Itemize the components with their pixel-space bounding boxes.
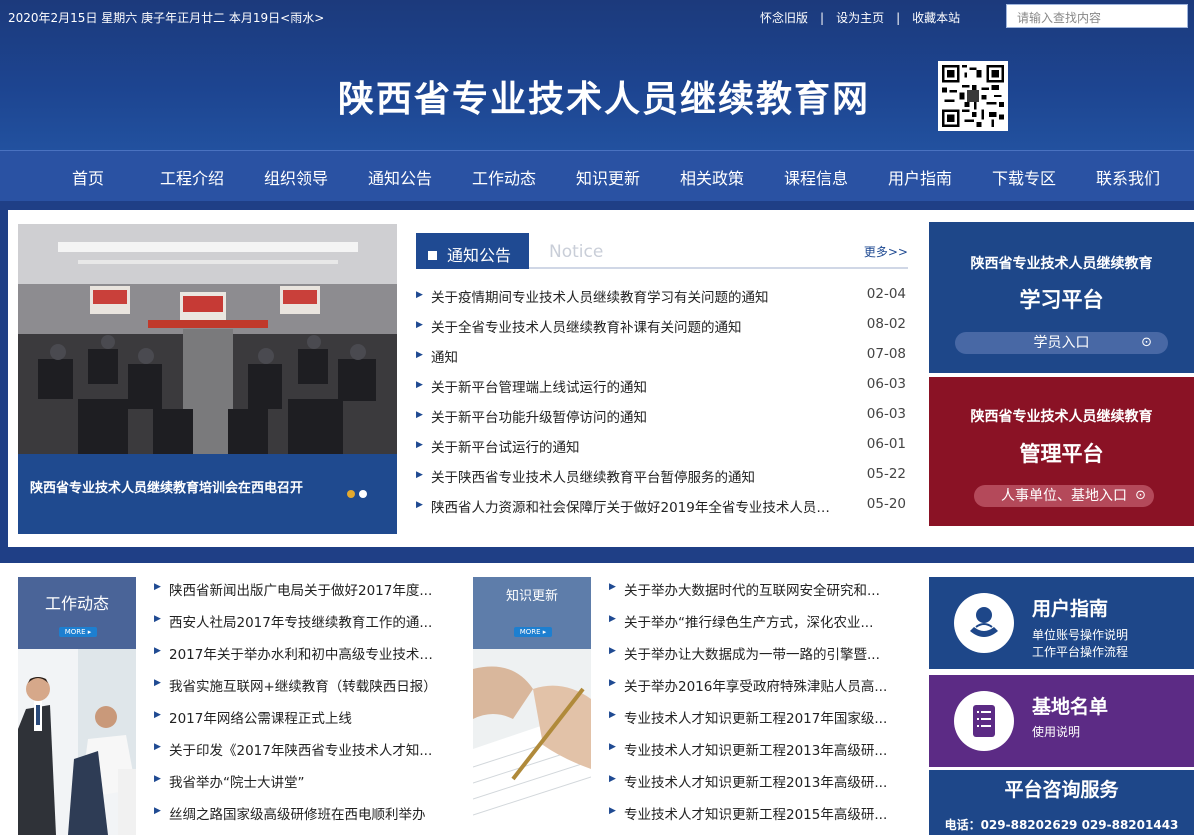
bullet-icon: ▶ — [154, 806, 161, 816]
bullet-icon: ▶ — [154, 678, 161, 688]
business-people-image — [18, 649, 136, 835]
notice-item[interactable]: ▶ 关于陕西省专业技术人员继续教育平台暂停服务的通知 05-22 — [416, 466, 908, 496]
date-text: 2020年2月15日 星期六 庚子年正月廿二 本月19日<雨水> — [8, 11, 325, 25]
bullet-icon: ▶ — [609, 582, 616, 592]
bullet-icon: ▶ — [416, 500, 423, 510]
work-news-label: 工作动态 — [44, 594, 109, 613]
nav-leadership[interactable]: 组织领导 — [264, 165, 328, 189]
bullet-icon: ▶ — [609, 614, 616, 624]
base-list-card[interactable]: 基地名单 使用说明 — [929, 675, 1194, 767]
management-platform-title: 管理平台 — [1019, 442, 1104, 466]
bullet-icon: ▶ — [416, 320, 423, 330]
bullet-icon: ▶ — [609, 710, 616, 720]
bullet-icon: ▶ — [154, 774, 161, 784]
notice-item[interactable]: ▶ 关于新平台管理端上线试运行的通知 06-03 — [416, 376, 908, 406]
bullet-icon: ▶ — [416, 440, 423, 450]
notice-item[interactable]: ▶ 关于疫情期间专业技术人员继续教育学习有关问题的通知 02-04 — [416, 286, 908, 316]
slider-dots — [347, 483, 371, 502]
workflow-guide-link[interactable]: 工作平台操作流程 — [1032, 643, 1128, 660]
bookmark-link[interactable]: 收藏本站 — [912, 11, 960, 25]
bullet-icon: ▶ — [416, 290, 423, 300]
bullet-icon: ▶ — [609, 678, 616, 688]
search-input[interactable]: 请输入查找内容 — [1006, 4, 1188, 28]
notice-section: 通知公告 Notice 更多>> ▶ 关于疫情期间专业技术人员继续教育学习有关问题… — [416, 233, 908, 533]
user-guide-icon — [954, 593, 1014, 653]
base-list-title: 基地名单 — [1032, 696, 1109, 718]
list-document-icon — [954, 691, 1014, 751]
knowledge-label: 知识更新 — [505, 589, 558, 604]
notice-item[interactable]: ▶ 关于新平台功能升级暂停访问的通知 06-03 — [416, 406, 908, 436]
nav-project-intro[interactable]: 工程介绍 — [160, 165, 224, 189]
bullet-icon: ▶ — [416, 350, 423, 360]
site-header: 2020年2月15日 星期六 庚子年正月廿二 本月19日<雨水> 怀念旧版 | 设为… — [0, 0, 1194, 150]
unit-account-guide-link[interactable]: 单位账号操作说明 — [1032, 626, 1128, 643]
news-slider[interactable]: 陕西省专业技术人员继续教育培训会在西电召开 — [18, 224, 397, 534]
consult-phone: 电话：029-88202629 029-88201443 — [944, 818, 1179, 832]
bullet-icon: ▶ — [154, 614, 161, 624]
unit-entry-button[interactable]: 人事单位、基地入口 ⊙ — [974, 485, 1154, 507]
consult-title: 平台咨询服务 — [1004, 779, 1119, 801]
management-platform-card[interactable]: 陕西省专业技术人员继续教育 管理平台 人事单位、基地入口 ⊙ — [929, 377, 1194, 526]
slider-dot[interactable] — [359, 490, 367, 498]
notice-tab-english: Notice — [549, 242, 604, 262]
notice-more-link[interactable]: 更多>> — [864, 243, 908, 260]
bullet-icon: ▶ — [154, 742, 161, 752]
learning-platform-subtitle: 陕西省专业技术人员继续教育 — [970, 256, 1153, 272]
nav-user-guide[interactable]: 用户指南 — [888, 165, 952, 189]
notice-item[interactable]: ▶ 通知 07-08 — [416, 346, 908, 376]
learning-platform-card[interactable]: 陕西省专业技术人员继续教育 学习平台 学员入口 ⊙ — [929, 222, 1194, 373]
bullet-icon: ▶ — [154, 710, 161, 720]
slider-dot-active[interactable] — [347, 490, 355, 498]
notice-item[interactable]: ▶ 关于新平台试运行的通知 06-01 — [416, 436, 908, 466]
user-guide-title: 用户指南 — [1032, 598, 1109, 620]
square-icon — [428, 251, 437, 260]
old-version-link[interactable]: 怀念旧版 — [760, 11, 808, 25]
arrow-circle-icon: ⊙ — [1135, 488, 1146, 503]
bullet-icon: ▶ — [154, 646, 161, 656]
usage-guide-link[interactable]: 使用说明 — [1032, 723, 1080, 740]
nav-downloads[interactable]: 下载专区 — [992, 165, 1056, 189]
notice-item[interactable]: ▶陕西省人力资源和社会保障厅关于做好2019年全省专业技术人员继续教育工作的通知… — [416, 496, 908, 526]
bullet-icon: ▶ — [154, 582, 161, 592]
conference-photo[interactable] — [18, 224, 397, 454]
work-news-block[interactable]: 工作动态 MORE ▸ — [18, 577, 136, 835]
bullet-icon: ▶ — [609, 646, 616, 656]
top-links: 怀念旧版 | 设为主页 | 收藏本站 — [760, 11, 961, 25]
consult-card: 平台咨询服务 电话：029-88202629 029-88201443 — [929, 770, 1194, 835]
arrow-circle-icon: ⊙ — [1141, 335, 1152, 350]
nav-courses[interactable]: 课程信息 — [784, 165, 848, 189]
bullet-icon: ▶ — [416, 410, 423, 420]
nav-home[interactable]: 首页 — [72, 165, 104, 189]
writing-hand-image — [473, 649, 591, 835]
set-homepage-link[interactable]: 设为主页 — [836, 11, 884, 25]
site-title: 陕西省专业技术人员继续教育网 — [338, 79, 871, 120]
knowledge-block[interactable]: 知识更新 MORE ▸ — [473, 577, 591, 835]
user-guide-card[interactable]: 用户指南 单位账号操作说明 工作平台操作流程 — [929, 577, 1194, 669]
nav-knowledge[interactable]: 知识更新 — [576, 165, 640, 189]
work-more-button[interactable]: MORE ▸ — [59, 627, 97, 637]
nav-notices[interactable]: 通知公告 — [368, 165, 432, 189]
knowledge-more-button[interactable]: MORE ▸ — [514, 627, 552, 637]
nav-policies[interactable]: 相关政策 — [680, 165, 744, 189]
management-platform-subtitle: 陕西省专业技术人员继续教育 — [970, 409, 1153, 425]
slider-caption[interactable]: 陕西省专业技术人员继续教育培训会在西电召开 — [30, 477, 303, 496]
nav-contact[interactable]: 联系我们 — [1096, 165, 1160, 189]
qr-code-image — [938, 61, 1008, 131]
main-nav: 首页 工程介绍 组织领导 通知公告 工作动态 知识更新 相关政策 课程信息 用户… — [0, 150, 1194, 201]
bullet-icon: ▶ — [609, 806, 616, 816]
bullet-icon: ▶ — [609, 774, 616, 784]
learning-platform-title: 学习平台 — [1019, 288, 1104, 312]
bullet-icon: ▶ — [416, 470, 423, 480]
bullet-icon: ▶ — [416, 380, 423, 390]
nav-work-news[interactable]: 工作动态 — [472, 165, 536, 189]
student-entry-button[interactable]: 学员入口 ⊙ — [955, 332, 1168, 354]
notice-list: ▶ 关于疫情期间专业技术人员继续教育学习有关问题的通知 02-04 ▶ 关于全省专业技… — [416, 286, 908, 526]
bullet-icon: ▶ — [609, 742, 616, 752]
notice-item[interactable]: ▶ 关于全省专业技术人员继续教育补课有关问题的通知 08-02 — [416, 316, 908, 346]
notice-tab[interactable]: 通知公告 — [416, 233, 529, 269]
